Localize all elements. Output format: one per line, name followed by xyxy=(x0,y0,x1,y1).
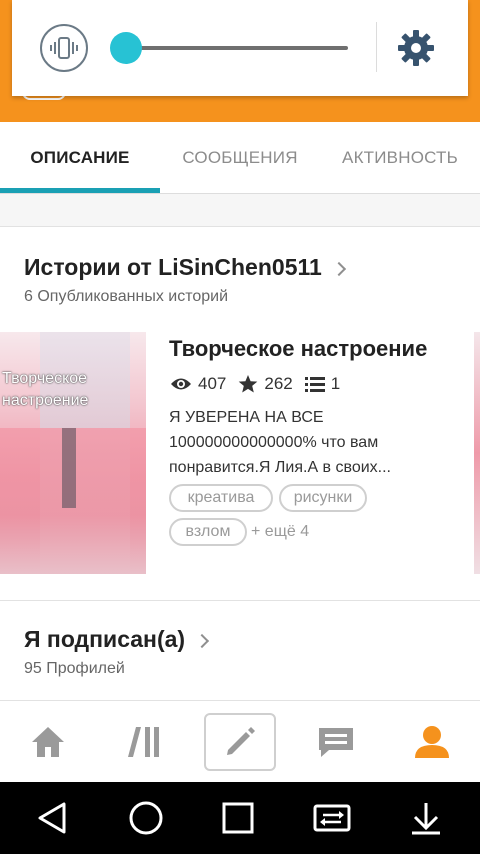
system-notification-button[interactable] xyxy=(402,796,450,840)
notification-download-icon xyxy=(412,803,440,835)
active-tab-indicator xyxy=(0,188,160,193)
settings-button[interactable] xyxy=(392,24,440,72)
nav-messages[interactable] xyxy=(300,713,372,771)
reads-count: 407 xyxy=(198,374,227,393)
system-back-button[interactable] xyxy=(28,796,76,840)
story-stats: 407 262 1 xyxy=(170,372,352,396)
parts-stat: 1 xyxy=(304,374,341,394)
chevron-right-icon xyxy=(331,261,346,276)
pencil-icon xyxy=(227,727,255,755)
more-tags-link[interactable]: + ещё 4 xyxy=(251,518,309,546)
stories-section-header[interactable]: Истории от LiSinChen0511 xyxy=(24,254,346,281)
profile-tabs: ОПИСАНИЕ СООБЩЕНИЯ АКТИВНОСТЬ xyxy=(0,122,480,194)
nav-write[interactable] xyxy=(204,713,276,771)
dual-window-icon xyxy=(313,804,351,832)
system-dual-window-button[interactable] xyxy=(308,796,356,840)
vibrate-icon xyxy=(50,37,78,59)
home-icon xyxy=(32,727,64,757)
tab-description[interactable]: ОПИСАНИЕ xyxy=(0,122,160,194)
library-icon xyxy=(128,727,159,757)
system-home-button[interactable] xyxy=(122,796,170,840)
section-divider xyxy=(0,600,480,601)
story-description: Я УВЕРЕНА НА ВСЕ 100000000000000% что ва… xyxy=(169,409,391,476)
system-navigation-bar xyxy=(0,782,480,854)
vibrate-button[interactable] xyxy=(40,24,88,72)
nav-profile[interactable] xyxy=(396,713,468,771)
stories-section-title: Истории от LiSinChen0511 xyxy=(24,254,322,280)
reads-stat: 407 xyxy=(170,374,226,394)
recents-icon xyxy=(222,802,254,834)
votes-count: 262 xyxy=(264,374,293,393)
home-circle-icon xyxy=(129,801,163,835)
system-recents-button[interactable] xyxy=(214,796,262,840)
profile-icon xyxy=(415,726,449,758)
nav-library[interactable] xyxy=(108,713,180,771)
story-cover-text: Творческое настроение xyxy=(2,370,89,409)
list-icon xyxy=(304,377,325,392)
messages-icon xyxy=(319,728,353,757)
tag-chip[interactable]: рисунки xyxy=(279,484,367,512)
volume-panel xyxy=(12,0,468,96)
bottom-navigation xyxy=(0,700,480,782)
tag-chip[interactable]: креатива xyxy=(169,484,273,512)
gear-icon xyxy=(398,30,434,66)
cover-art-detail xyxy=(62,428,76,508)
following-section-title: Я подписан(а) xyxy=(24,626,186,652)
eye-icon xyxy=(171,378,191,390)
following-count: 95 Профилей xyxy=(24,660,125,677)
volume-slider-track[interactable] xyxy=(126,46,348,50)
chevron-right-icon xyxy=(194,633,210,648)
votes-stat: 262 xyxy=(238,374,293,394)
star-icon xyxy=(239,375,258,393)
story-cover[interactable]: Творческое настроение xyxy=(0,332,146,574)
back-icon xyxy=(38,802,66,834)
next-story-cover[interactable] xyxy=(474,332,480,574)
tab-activity[interactable]: АКТИВНОСТЬ xyxy=(320,122,480,194)
story-title[interactable]: Творческое настроение xyxy=(169,336,427,362)
volume-slider-thumb[interactable] xyxy=(110,32,142,64)
tag-chip[interactable]: взлом xyxy=(169,518,247,546)
parts-count: 1 xyxy=(330,374,341,393)
panel-divider xyxy=(376,22,377,72)
following-section-header[interactable]: Я подписан(а) xyxy=(24,626,210,653)
tab-messages[interactable]: СООБЩЕНИЯ xyxy=(160,122,320,194)
nav-home[interactable] xyxy=(12,713,84,771)
stories-count: 6 Опубликованных историй xyxy=(24,288,229,305)
